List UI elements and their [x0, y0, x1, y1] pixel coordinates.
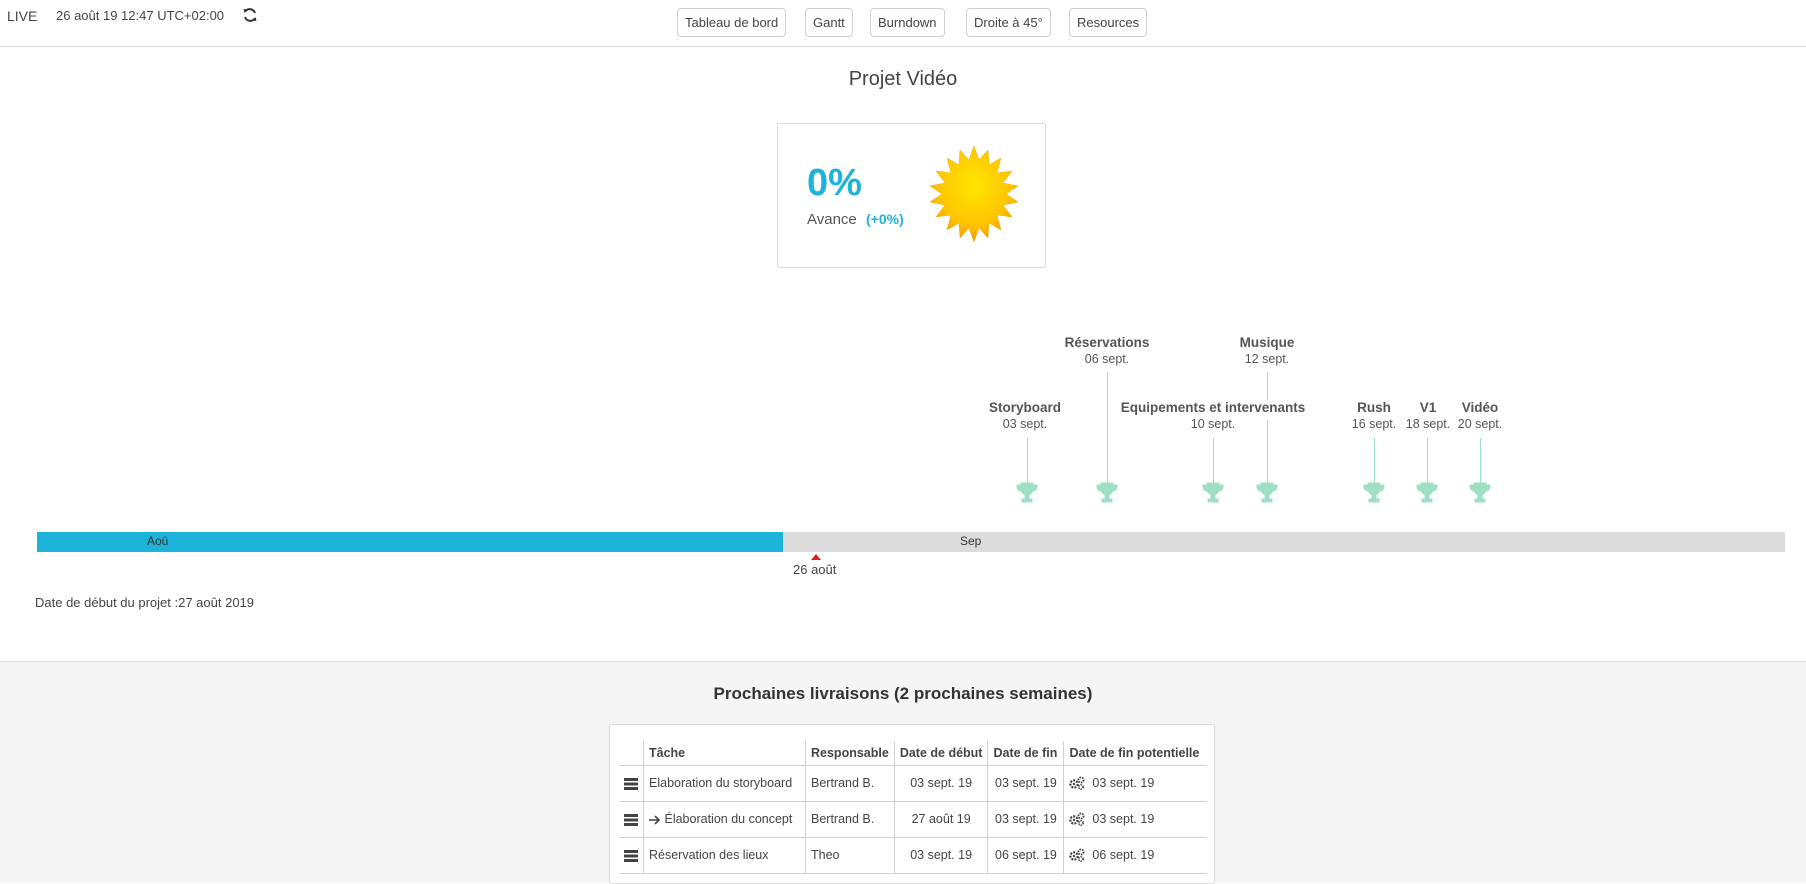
row-owner: Bertrand B.: [805, 801, 895, 838]
nav-droite-45-button[interactable]: Droite à 45°: [966, 8, 1051, 37]
row-potential-end: 03 sept. 19: [1063, 801, 1207, 838]
current-datetime: 26 août 19 12:47 UTC+02:00: [56, 8, 225, 23]
nav-burndown-button[interactable]: Burndown: [870, 8, 945, 37]
timeline-bar: Aoû Sep: [37, 532, 1785, 552]
cogs-icon: [1069, 812, 1085, 827]
row-start: 27 août 19: [894, 801, 989, 838]
trophy-icon: [1096, 482, 1118, 503]
today-label: 26 août: [793, 562, 837, 577]
trophy-icon: [1363, 482, 1385, 503]
milestone-line: [1267, 372, 1268, 400]
row-potential-end: 03 sept. 19: [1063, 765, 1207, 802]
milestone-line: [1374, 438, 1375, 484]
milestone-name: Rush: [1357, 400, 1391, 415]
row-menu-icon[interactable]: [619, 765, 644, 802]
milestone-date: 16 sept.: [1351, 417, 1397, 431]
column-header-start: Date de début: [894, 741, 989, 766]
row-end: 06 sept. 19: [987, 837, 1065, 874]
milestone-date: 18 sept.: [1405, 417, 1451, 431]
milestone-date: 20 sept.: [1457, 417, 1503, 431]
progress-label: Avance: [807, 211, 857, 228]
row-start: 03 sept. 19: [894, 765, 989, 802]
row-potential-end: 06 sept. 19: [1063, 837, 1207, 874]
column-header-owner: Responsable: [805, 741, 895, 766]
milestone-line: [1427, 438, 1428, 484]
nav-gantt-button[interactable]: Gantt: [805, 8, 853, 37]
milestone-name: Equipements et intervenants: [1120, 400, 1306, 415]
row-task[interactable]: Réservation des lieux: [643, 837, 806, 874]
trophy-icon: [1469, 482, 1491, 503]
nav-tableau-de-bord-button[interactable]: Tableau de bord: [677, 8, 787, 37]
deliveries-section: Prochaines livraisons (2 prochaines sema…: [0, 661, 1806, 884]
cogs-icon: [1069, 776, 1085, 791]
milestone-line: [1107, 372, 1108, 484]
timeline-month-aug: Aoû: [147, 534, 169, 548]
arrow-right-icon: [649, 815, 661, 825]
project-start-date: Date de début du projet :27 août 2019: [35, 595, 255, 610]
deliveries-title: Prochaines livraisons (2 prochaines sema…: [713, 684, 1093, 703]
refresh-icon[interactable]: [242, 7, 258, 23]
row-menu-icon[interactable]: [619, 801, 644, 838]
milestone-name: Storyboard: [988, 400, 1061, 415]
column-header-task: Tâche: [643, 741, 806, 766]
milestone-line: [1027, 438, 1028, 484]
sun-icon: [924, 144, 1024, 244]
progress-delta: (+0%): [866, 211, 904, 227]
trophy-icon: [1016, 482, 1038, 503]
milestone-v1: V1 18 sept.: [1398, 400, 1458, 431]
milestone-line: [1213, 438, 1214, 484]
milestone-video: Vidéo 20 sept.: [1450, 400, 1510, 431]
potential-end-value: 03 sept. 19: [1092, 811, 1155, 826]
deliveries-card: Tâche Responsable Date de début Date de …: [609, 724, 1215, 884]
trophy-icon: [1202, 482, 1224, 503]
milestone-date: 06 sept.: [1084, 352, 1130, 366]
cogs-icon: [1069, 848, 1085, 863]
table-row[interactable]: Elaboration du storyboard Bertrand B. 03…: [619, 765, 1207, 802]
milestone-equipements: Equipements et intervenants 10 sept.: [1113, 400, 1313, 431]
trophy-icon: [1416, 482, 1438, 503]
progress-card: 0% Avance (+0%): [777, 123, 1046, 268]
milestone-name: Réservations: [1064, 335, 1150, 350]
row-end: 03 sept. 19: [987, 801, 1065, 838]
milestone-name: V1: [1419, 400, 1437, 415]
row-end: 03 sept. 19: [987, 765, 1065, 802]
potential-end-value: 06 sept. 19: [1092, 847, 1155, 862]
trophy-icon: [1256, 482, 1278, 503]
table-row[interactable]: Réservation des lieux Theo 03 sept. 19 0…: [619, 837, 1207, 874]
nav-resources-button[interactable]: Resources: [1069, 8, 1148, 37]
top-bar: LIVE 26 août 19 12:47 UTC+02:00 Tableau …: [0, 0, 1806, 47]
progress-value: 0%: [807, 162, 862, 204]
table-row[interactable]: Élaboration du concept Bertrand B. 27 ao…: [619, 801, 1207, 838]
row-task[interactable]: Élaboration du concept: [643, 801, 806, 838]
deliveries-table: Tâche Responsable Date de début Date de …: [619, 741, 1207, 874]
milestone-date: 03 sept.: [1002, 417, 1048, 431]
column-header-potential-end: Date de fin potentielle: [1063, 741, 1207, 766]
row-task-label: Élaboration du concept: [664, 812, 793, 826]
milestone-musique: Musique 12 sept.: [1227, 335, 1307, 366]
today-marker: [811, 554, 821, 560]
row-owner: Bertrand B.: [805, 765, 895, 802]
milestone-line: [1267, 420, 1268, 484]
milestone-date: 10 sept.: [1190, 417, 1236, 431]
table-header-row: Tâche Responsable Date de début Date de …: [619, 741, 1207, 766]
column-header-end: Date de fin: [987, 741, 1065, 766]
milestone-name: Musique: [1239, 335, 1295, 350]
row-start: 03 sept. 19: [894, 837, 989, 874]
row-menu-icon[interactable]: [619, 837, 644, 874]
row-task[interactable]: Elaboration du storyboard: [643, 765, 806, 802]
project-title: Projet Vidéo: [848, 68, 958, 90]
milestone-date: 12 sept.: [1244, 352, 1290, 366]
milestone-storyboard: Storyboard 03 sept.: [985, 400, 1065, 431]
timeline-month-sep: Sep: [960, 534, 982, 548]
milestone-line: [1480, 438, 1481, 484]
live-label: LIVE: [7, 8, 38, 24]
column-header-menu: [619, 741, 644, 766]
row-owner: Theo: [805, 837, 895, 874]
milestone-rush: Rush 16 sept.: [1344, 400, 1404, 431]
milestone-name: Vidéo: [1461, 400, 1499, 415]
potential-end-value: 03 sept. 19: [1092, 775, 1155, 790]
milestone-reservations: Réservations 06 sept.: [1057, 335, 1157, 366]
